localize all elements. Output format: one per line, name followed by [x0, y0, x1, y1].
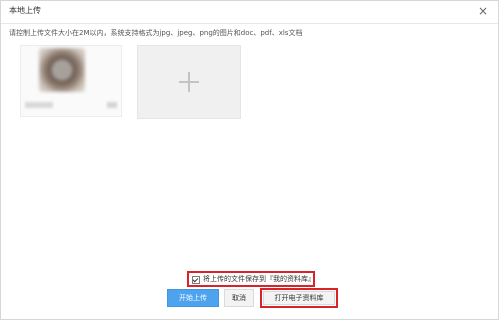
uploaded-image-thumbnail: [39, 48, 85, 92]
close-icon[interactable]: ×: [476, 4, 490, 18]
dialog-title: 本地上传: [9, 6, 41, 15]
add-file-button[interactable]: [137, 45, 241, 119]
plus-icon-vertical: [188, 72, 190, 92]
save-to-library-option[interactable]: 将上传的文件保存到『我的资料库』: [187, 271, 315, 287]
open-electronic-library-button[interactable]: 打开电子资料库: [263, 291, 335, 305]
uploaded-file-name-blurred: [25, 102, 53, 108]
upload-dialog: 本地上传 × 请控制上传文件大小在2M以内，系统支持格式为jpg、jpeg、pn…: [0, 0, 499, 320]
open-library-highlight: 打开电子资料库: [260, 288, 338, 308]
uploaded-file-card[interactable]: [20, 45, 122, 117]
start-upload-button[interactable]: 开始上传: [167, 289, 219, 307]
save-to-library-checkbox[interactable]: [192, 276, 200, 284]
dialog-titlebar: 本地上传 ×: [1, 1, 498, 24]
cancel-button[interactable]: 取消: [224, 289, 254, 307]
save-to-library-label: 将上传的文件保存到『我的资料库』: [203, 275, 315, 283]
upload-hint-text: 请控制上传文件大小在2M以内，系统支持格式为jpg、jpeg、png的图片和do…: [9, 29, 303, 37]
uploaded-file-size-blurred: [107, 102, 117, 108]
dialog-button-row: 开始上传 取消 打开电子资料库: [167, 288, 338, 308]
